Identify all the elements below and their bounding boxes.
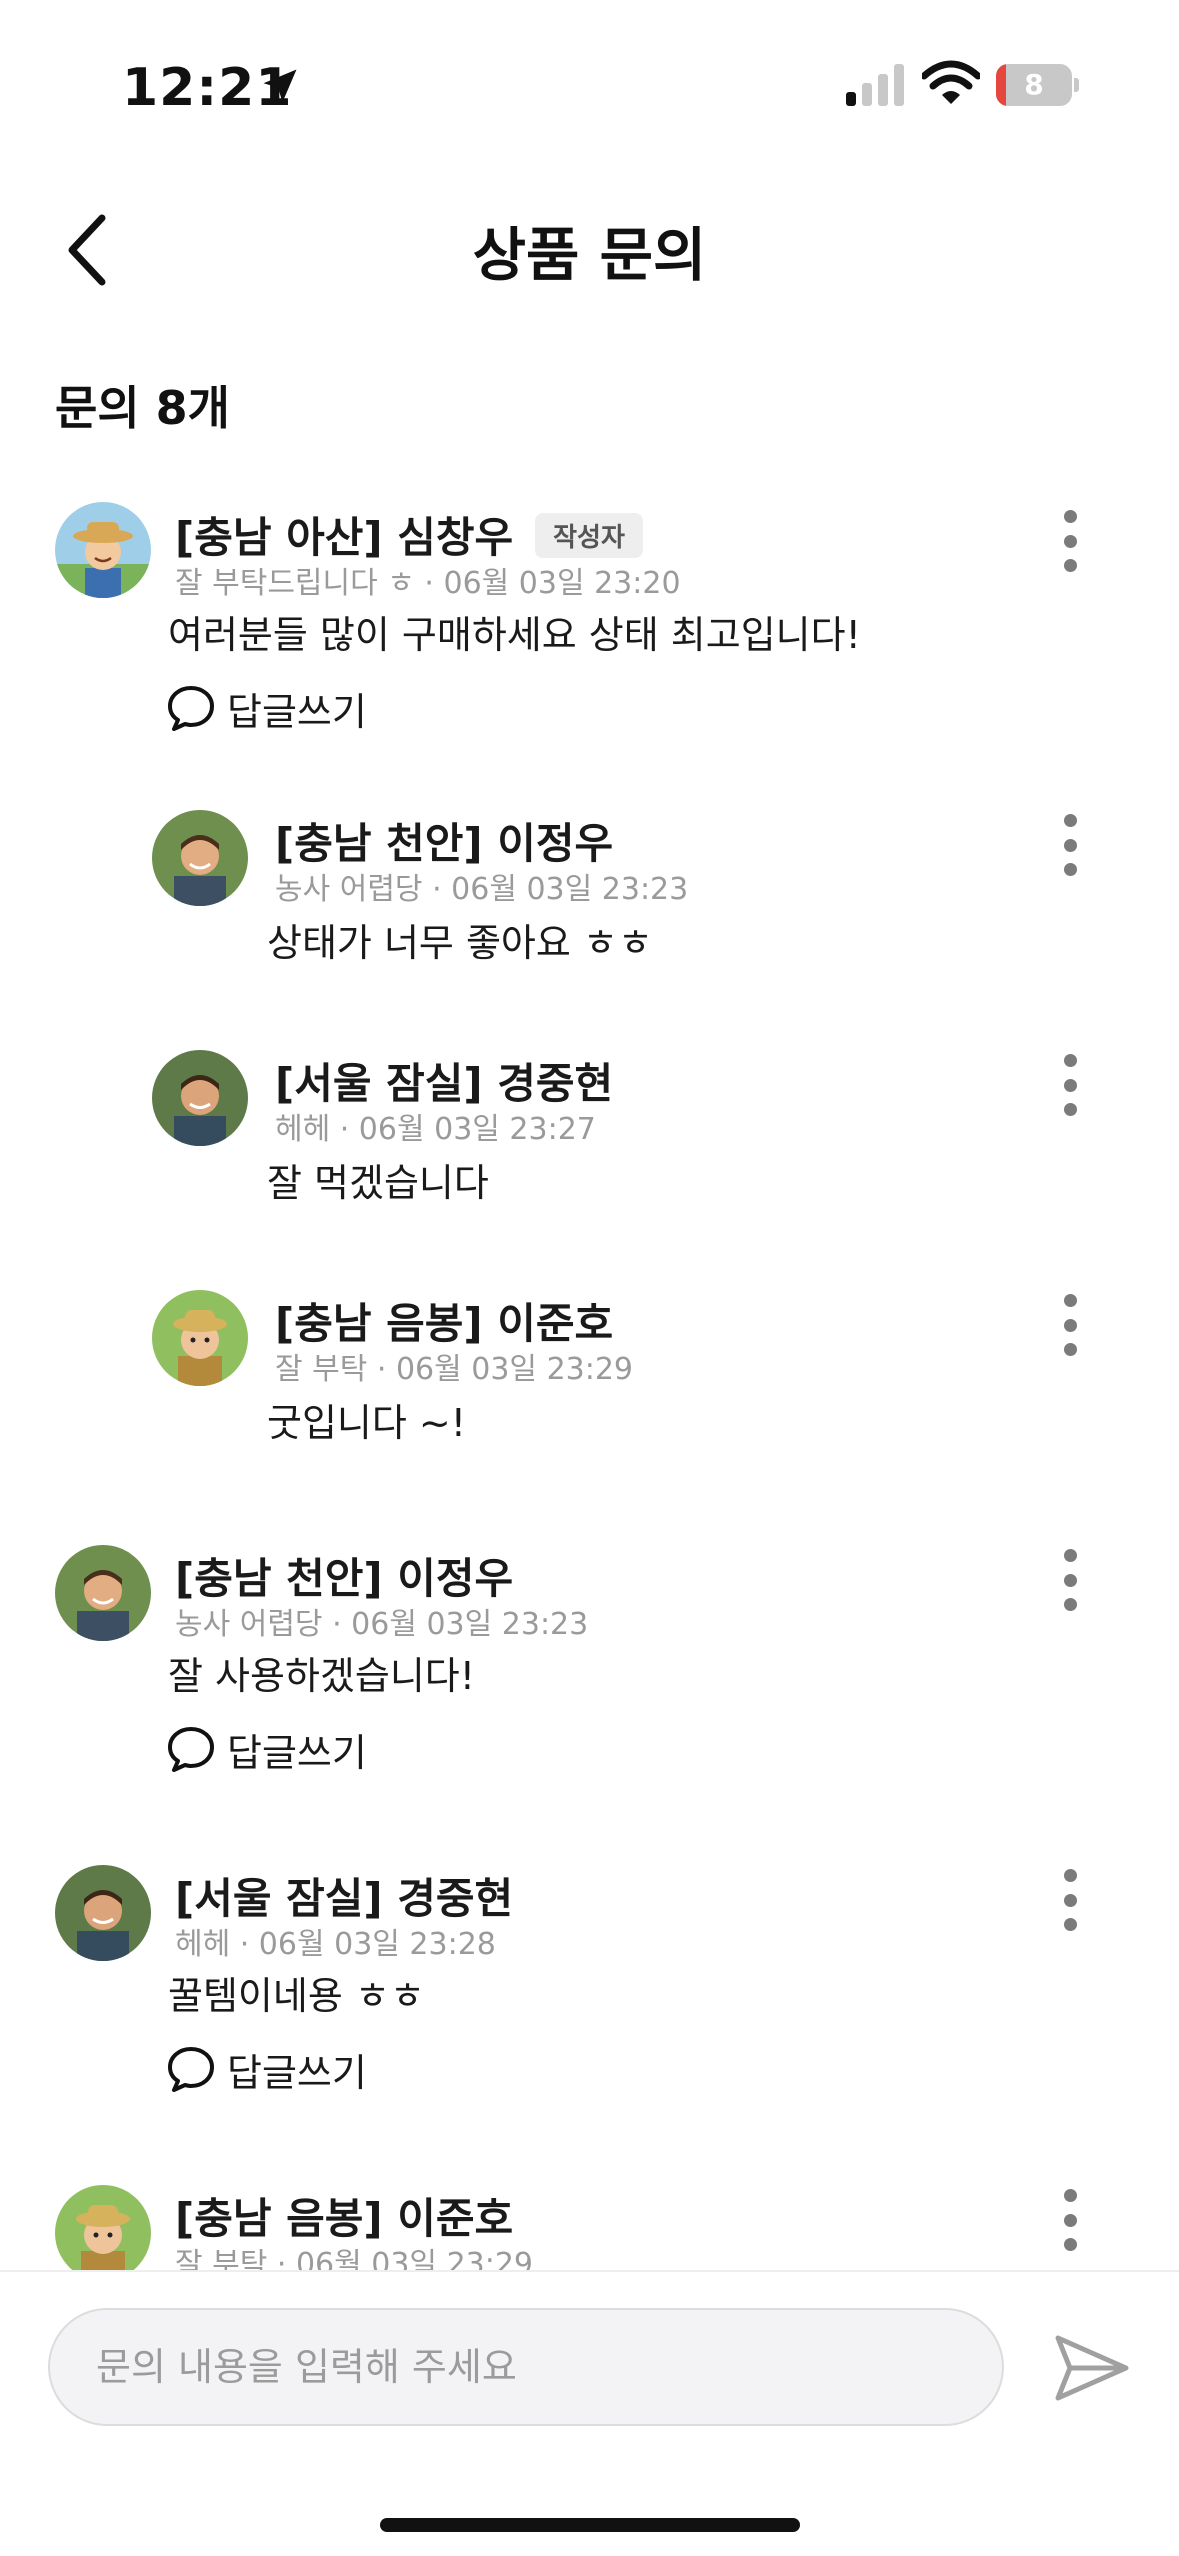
author-badge: 작성자	[535, 513, 643, 558]
comment-author: [충남 아산] 심창우 작성자	[175, 504, 643, 565]
more-options-button[interactable]	[1048, 1545, 1092, 1615]
avatar[interactable]	[152, 1050, 248, 1146]
more-options-button[interactable]	[1048, 1865, 1092, 1935]
battery-level: 8	[1024, 68, 1044, 101]
location-arrow-icon	[263, 69, 297, 103]
avatar[interactable]	[55, 2185, 151, 2270]
comment-meta: 잘 부탁 · 06월 03일 23:29	[175, 2247, 534, 2270]
more-options-button[interactable]	[1048, 1050, 1092, 1120]
comment-body: 여러분들 많이 구매하세요 상태 최고입니다!	[168, 613, 861, 657]
more-options-button[interactable]	[1048, 1290, 1092, 1360]
comment-body: 상태가 너무 좋아요 ㅎㅎ	[267, 921, 653, 965]
speech-bubble-icon	[168, 2047, 214, 2092]
comment-meta: 헤헤 · 06월 03일 23:27	[275, 1112, 596, 1147]
battery-indicator: 8	[996, 64, 1079, 106]
page-title: 상품 문의	[472, 221, 707, 289]
comment-author: [충남 음봉] 이준호	[275, 1299, 614, 1348]
wifi-icon	[922, 60, 980, 104]
comment-body: 굿입니다 ~!	[267, 1401, 466, 1445]
comment-meta: 잘 부탁드립니다 ㅎ · 06월 03일 23:20	[175, 566, 681, 601]
inquiry-input-bar	[0, 2270, 1179, 2556]
comment-body: 꿀템이네용 ㅎㅎ	[168, 1974, 425, 2018]
comment-author: [서울 잠실] 경중현	[275, 1059, 614, 1108]
status-bar: 12:21 8	[0, 0, 1179, 170]
avatar[interactable]	[152, 810, 248, 906]
reply-button[interactable]: 답글쓰기	[165, 678, 367, 738]
comment-meta: 농사 어렵당 · 06월 03일 23:23	[275, 872, 689, 907]
more-options-button[interactable]	[1048, 810, 1092, 880]
home-indicator	[380, 2518, 800, 2532]
comment-body: 잘 사용하겠습니다!	[168, 1654, 475, 1698]
speech-bubble-icon	[168, 686, 214, 731]
comment-list[interactable]: [충남 아산] 심창우 작성자 잘 부탁드립니다 ㅎ · 06월 03일 23:2…	[0, 480, 1179, 2270]
avatar[interactable]	[55, 502, 151, 598]
reply-button[interactable]: 답글쓰기	[165, 1719, 367, 1779]
speech-bubble-icon	[168, 1727, 214, 1772]
cellular-signal-icon	[846, 64, 904, 106]
comment-body: 잘 먹겠습니다	[267, 1161, 489, 1205]
comment-author: [서울 잠실] 경중현	[175, 1874, 514, 1923]
inquiry-count: 문의 8개	[55, 381, 230, 435]
avatar[interactable]	[55, 1545, 151, 1641]
avatar[interactable]	[152, 1290, 248, 1386]
comment-author: [충남 음봉] 이준호	[175, 2194, 514, 2243]
comment-meta: 농사 어렵당 · 06월 03일 23:23	[175, 1607, 589, 1642]
more-options-button[interactable]	[1048, 506, 1092, 576]
paper-plane-icon[interactable]	[1052, 2328, 1132, 2408]
comment-author: [충남 천안] 이정우	[275, 819, 614, 868]
avatar[interactable]	[55, 1865, 151, 1961]
more-options-button[interactable]	[1048, 2185, 1092, 2255]
inquiry-input[interactable]	[48, 2308, 1004, 2426]
comment-meta: 잘 부탁 · 06월 03일 23:29	[275, 1352, 634, 1387]
reply-button[interactable]: 답글쓰기	[165, 2039, 367, 2099]
comment-author: [충남 천안] 이정우	[175, 1554, 514, 1603]
comment-meta: 헤헤 · 06월 03일 23:28	[175, 1927, 496, 1962]
